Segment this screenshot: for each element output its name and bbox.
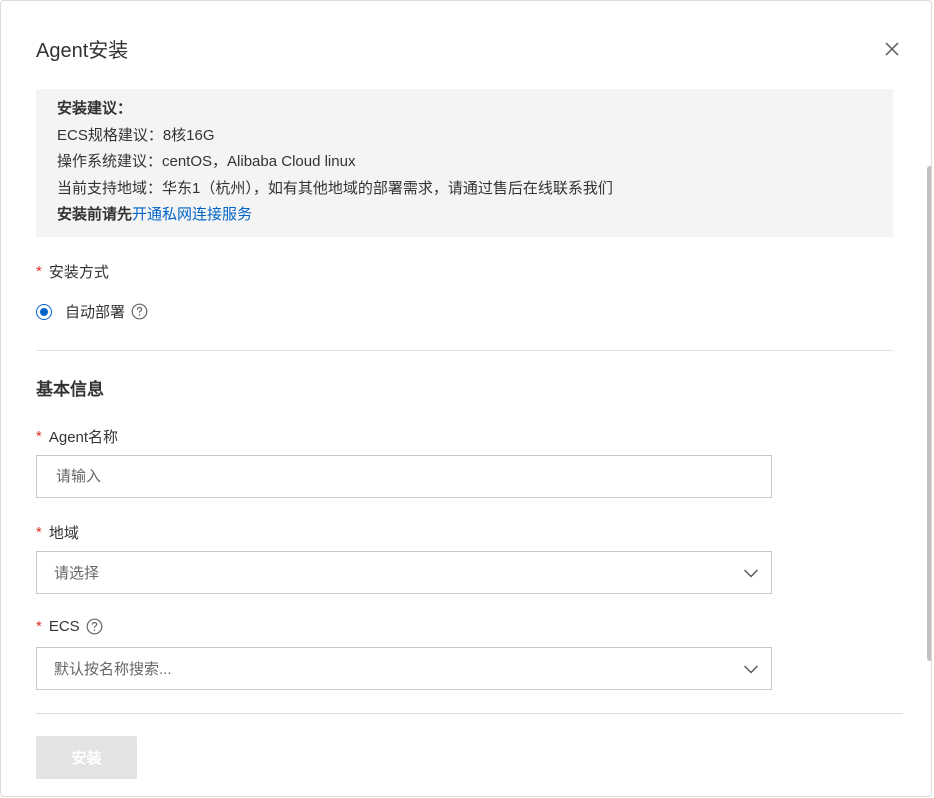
region-label-text: 地域 bbox=[48, 525, 79, 542]
notice-heading: 安装建议： bbox=[57, 100, 133, 117]
required-mark: * bbox=[36, 524, 42, 541]
notice-region: 当前支持地域：华东1（杭州），如有其他地域的部署需求，请通过售后在线联系我们 bbox=[57, 179, 613, 197]
radio-selected-dot bbox=[40, 307, 48, 316]
ecs-select-placeholder: 默认按名称搜索... bbox=[54, 661, 172, 678]
install-method-label-text: 安装方式 bbox=[48, 264, 109, 281]
notice-ecs-spec: ECS规格建议：8核16G bbox=[57, 126, 215, 144]
agent-name-label-text: Agent名称 bbox=[48, 429, 119, 446]
private-link-service-link[interactable]: 开通私网连接服务 bbox=[132, 206, 252, 223]
question-circle-icon[interactable] bbox=[86, 618, 103, 635]
region-label: * 地域 bbox=[36, 522, 79, 543]
agent-name-input[interactable] bbox=[54, 467, 738, 486]
notice-prerequisite-text: 安装前请先 bbox=[57, 206, 133, 224]
agent-install-dialog: Agent安装 安装建议： ECS规格建议：8核16G 操作系统建议：centO… bbox=[0, 0, 932, 797]
footer-divider bbox=[36, 713, 903, 714]
required-mark: * bbox=[36, 428, 42, 445]
install-button[interactable]: 安装 bbox=[36, 736, 137, 779]
basic-info-heading: 基本信息 bbox=[36, 380, 104, 399]
radio-button[interactable] bbox=[36, 303, 52, 320]
ecs-search-select[interactable]: 默认按名称搜索... bbox=[36, 647, 772, 690]
required-mark: * bbox=[36, 618, 42, 635]
agent-name-field[interactable] bbox=[36, 455, 772, 498]
dialog-title: Agent安装 bbox=[36, 40, 129, 62]
scrollbar-thumb[interactable] bbox=[927, 166, 931, 661]
notice-os: 操作系统建议：centOS，Alibaba Cloud linux bbox=[57, 153, 356, 171]
install-method-label: * 安装方式 bbox=[36, 261, 109, 282]
required-mark: * bbox=[36, 263, 42, 280]
region-select-placeholder: 请选择 bbox=[54, 565, 100, 582]
question-circle-icon[interactable] bbox=[131, 303, 148, 320]
install-suggestion-notice: 安装建议： ECS规格建议：8核16G 操作系统建议：centOS，Alibab… bbox=[36, 89, 893, 237]
close-button[interactable] bbox=[881, 38, 903, 60]
ecs-label: * ECS bbox=[36, 618, 103, 635]
region-select[interactable]: 请选择 bbox=[36, 551, 772, 594]
close-icon bbox=[885, 42, 899, 56]
notice-prerequisite: 安装前请先开通私网连接服务 bbox=[57, 202, 893, 229]
section-divider bbox=[36, 350, 893, 351]
radio-label: 自动部署 bbox=[65, 304, 126, 321]
install-method-radio-auto[interactable]: 自动部署 bbox=[36, 301, 148, 322]
chevron-down-icon bbox=[744, 569, 758, 578]
chevron-down-icon bbox=[744, 665, 758, 674]
ecs-label-text: ECS bbox=[48, 618, 80, 635]
agent-name-label: * Agent名称 bbox=[36, 426, 118, 447]
